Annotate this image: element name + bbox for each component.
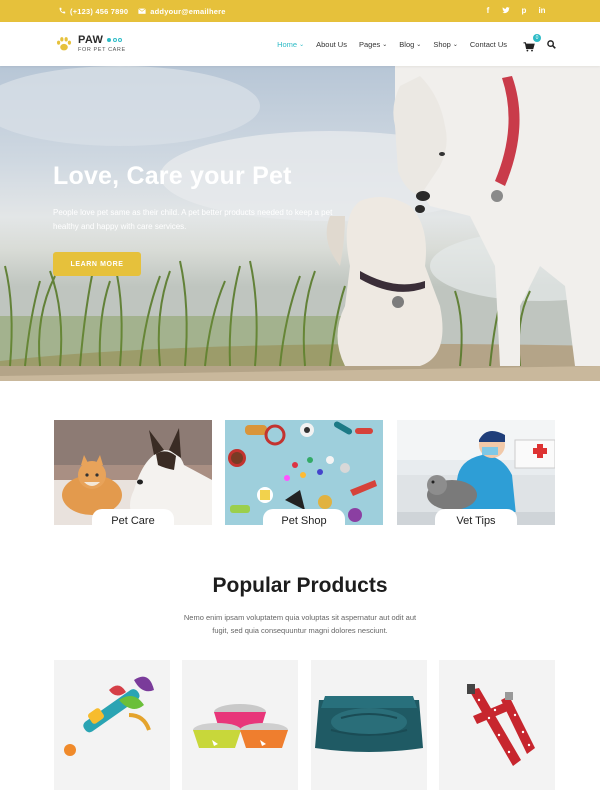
nav-item-pages[interactable]: Pages ⌄ [359,40,387,49]
hero-banner: Love, Care your Pet People love pet same… [0,66,600,381]
cart-icon [523,42,535,52]
search-icon[interactable] [547,39,556,49]
paw-logo-icon [56,37,72,51]
hero-title: Love, Care your Pet [53,162,292,190]
dog-harness-image [439,660,555,790]
nav-item-contact-us[interactable]: Contact Us [470,40,507,49]
hero-description: People love pet same as their child. A p… [53,208,333,231]
site-logo[interactable]: PAW FOR PET CARE [55,33,126,54]
product-card-dog-harness[interactable] [439,660,555,790]
product-card-pet-bed[interactable] [311,660,427,790]
category-label: Pet Shop [263,509,345,533]
chevron-down-icon: ⌄ [382,41,388,48]
logo-dots-icon [107,38,123,43]
chevron-down-icon: ⌄ [416,41,422,48]
section-title: Popular Products [212,574,388,597]
twitter-icon[interactable] [502,6,510,16]
email-address: addyour@emailhere [150,6,226,16]
chevron-down-icon: ⌄ [452,41,458,48]
chevron-down-icon: ⌄ [299,41,305,48]
category-card-pet-care[interactable]: Pet Care [54,420,212,533]
logo-tagline: FOR PET CARE [78,46,126,53]
social-links: f p in [484,6,546,16]
cart-button[interactable]: 0 [523,34,541,52]
category-card-vet-tips[interactable]: Vet Tips [397,420,555,533]
cart-count-badge: 0 [533,34,541,42]
email-icon [138,8,147,14]
pet-bowls-image [182,660,298,790]
nav-item-home[interactable]: Home ⌄ [277,40,304,49]
category-card-pet-shop[interactable]: Pet Shop [225,420,383,533]
email-link[interactable]: addyour@emailhere [138,7,225,16]
category-label: Vet Tips [435,509,517,533]
contact-info: (+123) 456 7890 addyour@emailhere [58,7,226,16]
phone-link[interactable]: (+123) 456 7890 [58,7,128,16]
linkedin-icon[interactable]: in [538,7,546,15]
phone-icon [59,7,66,14]
section-subtitle: Nemo enim ipsam voluptatem quia voluptas… [183,613,417,635]
nav-item-blog[interactable]: Blog ⌄ [399,40,421,49]
rope-toy-image [54,660,170,790]
top-bar: (+123) 456 7890 addyour@emailhere f p in [0,0,600,22]
site-header: PAW FOR PET CARE Home ⌄ About Us Pages ⌄ B… [0,22,600,66]
pet-bed-image [311,660,427,790]
main-nav: Home ⌄ About Us Pages ⌄ Blog ⌄ Shop ⌄ Contac… [277,34,556,52]
nav-item-shop[interactable]: Shop ⌄ [433,40,458,49]
logo-name: PAW [78,33,104,46]
learn-more-button[interactable]: LEARN MORE [53,252,141,276]
phone-number: (+123) 456 7890 [70,6,129,16]
facebook-icon[interactable]: f [484,7,492,15]
product-card-rope-toy[interactable] [54,660,170,790]
product-card-pet-bowls[interactable] [182,660,298,790]
category-label: Pet Care [92,509,174,533]
nav-item-about-us[interactable]: About Us [316,40,347,49]
pinterest-icon[interactable]: p [520,7,528,15]
